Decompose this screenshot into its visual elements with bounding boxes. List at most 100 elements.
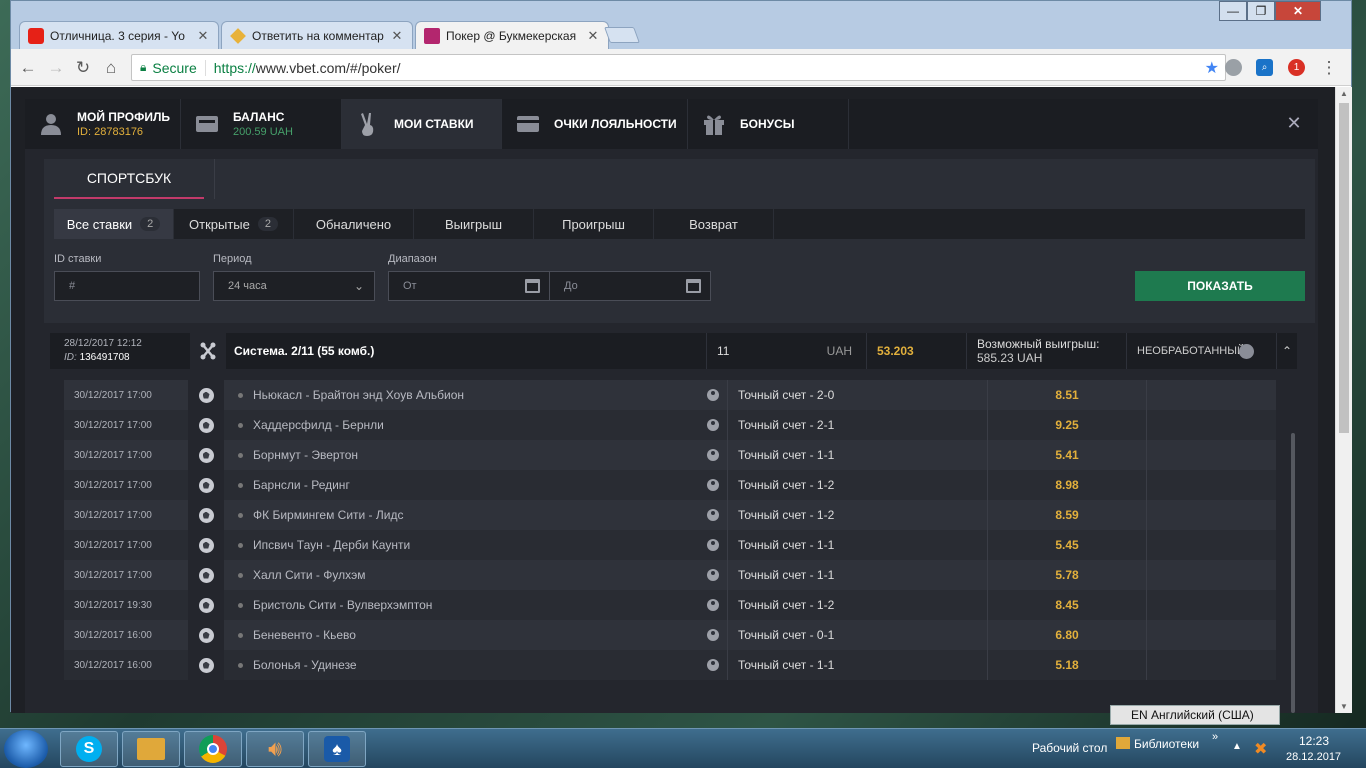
close-tab-icon[interactable]: ✕ [586,28,600,44]
person-icon [707,539,727,551]
page-scrollbar[interactable]: ▲ ▼ [1335,87,1352,713]
filter-returned[interactable]: Возврат [654,209,774,239]
event-date: 30/12/2017 17:00 [74,569,152,581]
maximize-button[interactable]: ❐ [1247,1,1275,21]
tab-balance[interactable]: БАЛАНС 200.59 UAH [181,99,342,149]
event-odds: 8.51 [987,380,1147,410]
filter-label: Все ставки [66,216,133,232]
scroll-up-arrow-icon[interactable]: ▲ [1340,89,1348,98]
event-market: Точный счет - 1-1 [727,650,987,680]
filter-all-bets[interactable]: Все ставки 2 [54,209,174,239]
bookmark-star-icon[interactable]: ★ [1205,58,1219,78]
browser-tab-youtube[interactable]: Отличница. 3 серия - Yo ✕ [19,21,219,49]
event-date: 30/12/2017 16:00 [74,629,152,641]
tab-my-bets[interactable]: МОИ СТАВКИ [342,99,502,149]
libraries-toolbar-label[interactable]: Библиотеки [1134,737,1199,751]
bet-total-odds: 53.203 [866,333,966,369]
system-bet-icon [190,333,226,369]
explorer-taskbar-button[interactable] [122,731,180,767]
tab-label: МОЙ ПРОФИЛЬ [77,110,171,124]
user-id: ID: 28783176 [77,126,144,138]
calendar-icon[interactable] [525,279,540,293]
bet-stake: 11 [717,344,730,358]
tab-sportsbook[interactable]: СПОРТСБУК [54,159,204,199]
bet-id: 136491708 [79,352,130,363]
match-name: Барнсли - Рединг [253,478,350,492]
calendar-icon[interactable] [686,279,701,293]
chrome-taskbar-button[interactable] [184,731,242,767]
back-arrow-icon[interactable]: ← [17,57,39,79]
date-to-input[interactable]: До [549,271,711,301]
home-icon[interactable]: ⌂ [100,57,122,79]
show-button[interactable]: ПОКАЗАТЬ [1135,271,1305,301]
list-scrollbar[interactable] [1291,433,1295,713]
youtube-icon [28,27,44,44]
filter-lost[interactable]: Проигрыш [534,209,654,239]
event-odds: 5.41 [987,440,1147,470]
new-tab-button[interactable] [604,27,640,43]
soccer-ball-icon [188,470,224,500]
poker-taskbar-button[interactable]: ♠ [308,731,366,767]
close-tab-icon[interactable]: ✕ [196,28,210,44]
start-button[interactable] [4,730,48,768]
clock-date[interactable]: 28.12.2017 [1286,751,1341,763]
event-odds: 6.80 [987,620,1147,650]
table-row: 30/12/2017 16:00 Болонья - Удинезе Точны… [64,650,1276,680]
filter-cashed-out[interactable]: Обналичено [294,209,414,239]
close-tab-icon[interactable]: ✕ [390,28,404,44]
date-from-input[interactable]: От [388,271,550,301]
table-row: 30/12/2017 17:00 Барнсли - Рединг Точный… [64,470,1276,500]
menu-dots-icon[interactable]: ⋮ [1318,57,1340,79]
tab-title: Покер @ Букмекерская [446,28,577,43]
tab-bonuses[interactable]: БОНУСЫ [688,99,849,149]
event-market: Точный счет - 0-1 [727,620,987,650]
search-extension-icon[interactable]: ⌕ [1256,59,1273,76]
bet-id-label: ID ставки [54,253,102,265]
match-name: Болонья - Удинезе [253,658,357,672]
bet-status: НЕОБРАБОТАННЫЙ [1137,345,1245,357]
bet-events-table: 30/12/2017 17:00 Ньюкасл - Брайтон энд Х… [64,380,1276,680]
person-icon [707,479,727,491]
tray-expand-icon[interactable]: ▲ [1232,741,1242,752]
period-select[interactable]: 24 часа ⌄ [213,271,375,301]
adblock-extension-icon[interactable]: 1 [1288,59,1305,76]
collapse-chevron-up-icon[interactable]: ⌃ [1276,333,1297,369]
tab-my-profile[interactable]: МОЙ ПРОФИЛЬ ID: 28783176 [25,99,181,149]
spade-icon: ♠ [324,736,350,762]
event-match: Хаддерсфилд - Бернли [224,418,707,432]
possible-win-label: Возможный выигрыш: [977,337,1100,351]
skype-taskbar-button[interactable]: S [60,731,118,767]
event-match: Ипсвич Таун - Дерби Каунти [224,538,707,552]
browser-tab-vbet[interactable]: Покер @ Букмекерская ✕ [415,21,609,49]
match-name: Хаддерсфилд - Бернли [253,418,384,432]
bet-summary-row[interactable]: 28/12/2017 12:12 ID: 136491708 Система. … [50,333,1297,369]
close-icon[interactable]: ✕ [1284,113,1304,133]
event-date: 30/12/2017 19:30 [74,599,152,611]
close-window-button[interactable]: ✕ [1275,1,1321,21]
desktop-toolbar-label[interactable]: Рабочий стол [1032,741,1107,755]
chevron-right-icon[interactable]: » [1212,731,1218,743]
address-bar[interactable]: 🔒︎ Secure https:// www.vbet.com/#/poker/… [131,54,1226,81]
avast-tray-icon[interactable]: ✖ [1254,739,1267,759]
forward-arrow-icon[interactable]: → [45,57,67,79]
bet-id-input[interactable]: # [54,271,200,301]
event-match: Борнмут - Эвертон [224,448,707,462]
reload-icon[interactable]: ↻ [72,57,94,79]
minimize-button[interactable]: — [1219,1,1247,21]
clock-time[interactable]: 12:23 [1299,734,1329,748]
event-odds: 5.18 [987,650,1147,680]
browser-toolbar: ← → ↻ ⌂ 🔒︎ Secure https:// www.vbet.com/… [11,49,1351,86]
event-odds: 8.59 [987,500,1147,530]
filter-open[interactable]: Открытые 2 [174,209,294,239]
scrollbar-thumb[interactable] [1339,103,1349,433]
language-bar[interactable]: EN Английский (США) [1110,705,1280,725]
tab-loyalty-points[interactable]: ОЧКИ ЛОЯЛЬНОСТИ [502,99,688,149]
globe-extension-icon[interactable] [1225,59,1242,76]
audio-taskbar-button[interactable]: 🔊︎ [246,731,304,767]
possible-win-cell: Возможный выигрыш: 585.23 UAH [966,333,1126,369]
possible-win-value: 585.23 UAH [977,351,1043,365]
scroll-down-arrow-icon[interactable]: ▼ [1340,702,1348,711]
card-icon [516,112,540,136]
browser-tab-comment[interactable]: Ответить на комментар ✕ [221,21,413,49]
filter-won[interactable]: Выигрыш [414,209,534,239]
